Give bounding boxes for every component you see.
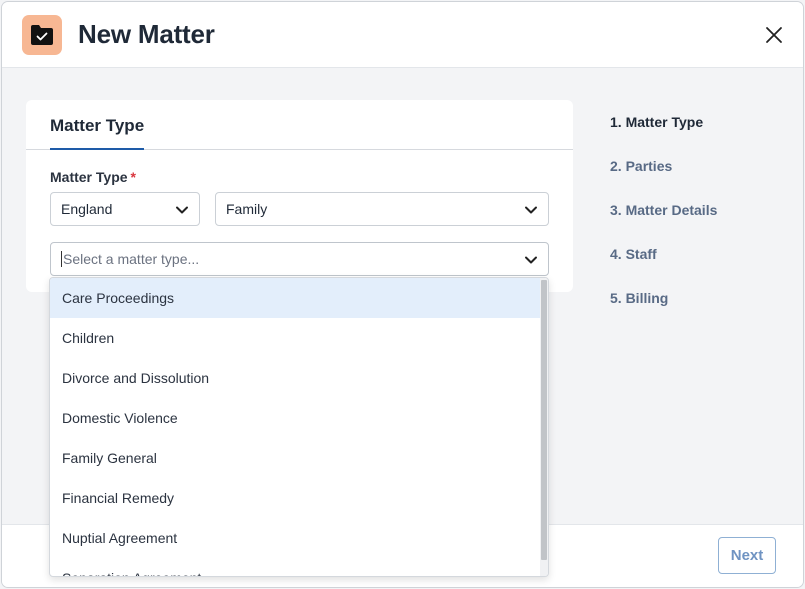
folder-check-icon	[22, 15, 62, 55]
country-select-value: England	[61, 201, 113, 217]
close-icon	[766, 27, 782, 43]
text-caret	[61, 251, 62, 267]
practice-area-select-value: Family	[226, 201, 268, 217]
matter-type-card: Matter Type Matter Type * England Family …	[26, 100, 573, 292]
dropdown-option[interactable]: Family General	[50, 438, 541, 478]
dropdown-option[interactable]: Divorce and Dissolution	[50, 358, 541, 398]
modal-header: New Matter	[2, 2, 803, 68]
matter-type-dropdown: Care Proceedings Children Divorce and Di…	[49, 277, 549, 577]
matter-type-label-text: Matter Type	[50, 169, 128, 185]
step-billing[interactable]: 5. Billing	[610, 290, 717, 334]
matter-type-placeholder: Select a matter type...	[63, 251, 200, 267]
practice-area-select[interactable]: Family	[215, 192, 549, 226]
modal-title: New Matter	[78, 19, 215, 49]
dropdown-option[interactable]: Domestic Violence	[50, 398, 541, 438]
step-parties[interactable]: 2. Parties	[610, 158, 717, 202]
wizard-steps: 1. Matter Type 2. Parties 3. Matter Deta…	[610, 114, 717, 334]
dropdown-option[interactable]: Nuptial Agreement	[50, 518, 541, 558]
close-button[interactable]	[762, 23, 786, 47]
next-button[interactable]: Next	[718, 537, 776, 574]
dropdown-option[interactable]: Financial Remedy	[50, 478, 541, 518]
chevron-down-icon	[525, 206, 537, 214]
country-select[interactable]: England	[50, 192, 200, 226]
chevron-down-icon	[176, 206, 188, 214]
step-matter-type[interactable]: 1. Matter Type	[610, 114, 717, 158]
required-mark: *	[130, 169, 136, 185]
step-matter-details[interactable]: 3. Matter Details	[610, 202, 717, 246]
card-tab-bar: Matter Type	[26, 100, 573, 150]
tab-matter-type[interactable]: Matter Type	[50, 100, 145, 150]
dropdown-scrollbar-thumb[interactable]	[541, 280, 547, 560]
chevron-down-icon	[525, 256, 537, 264]
dropdown-option[interactable]: Children	[50, 318, 541, 358]
step-staff[interactable]: 4. Staff	[610, 246, 717, 290]
dropdown-option[interactable]: Separation Agreement	[50, 558, 541, 576]
dropdown-scrollbar[interactable]	[540, 278, 548, 576]
dropdown-option[interactable]: Care Proceedings	[50, 278, 541, 318]
matter-type-select[interactable]: Select a matter type...	[50, 242, 549, 276]
matter-type-label: Matter Type *	[50, 169, 136, 185]
